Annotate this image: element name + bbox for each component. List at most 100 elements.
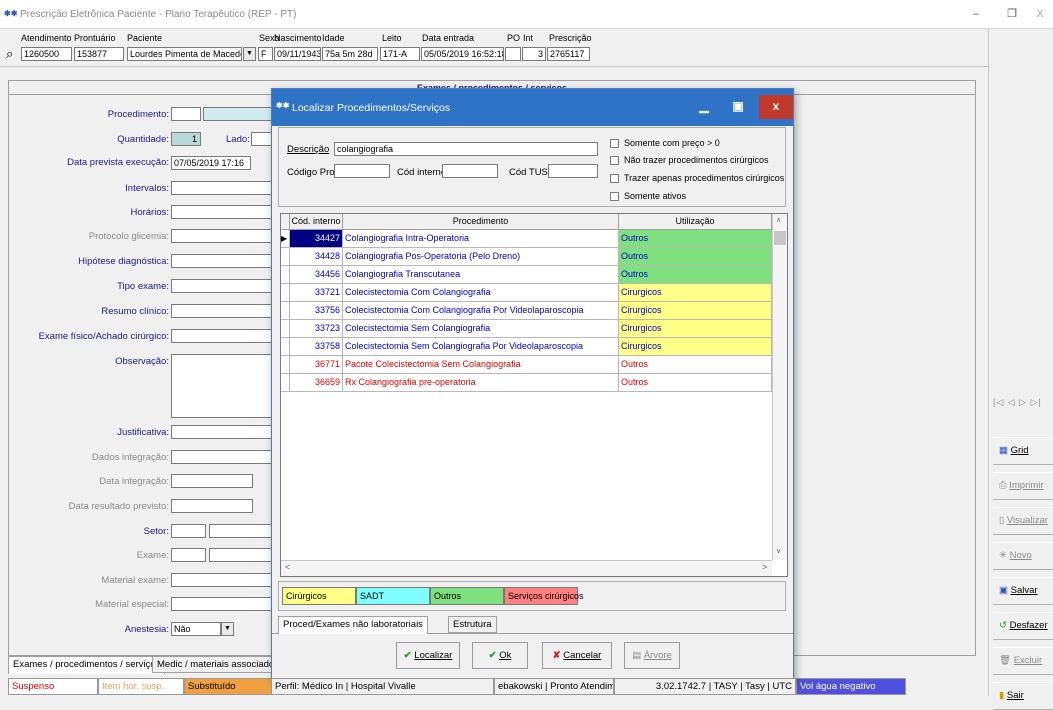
table-row[interactable]: 34456 Colangiografia Transcutanea Outros	[281, 266, 772, 284]
anestesia-dropdown-icon[interactable]: ▼	[221, 622, 234, 636]
cell-utilizacao: Cirurgicos	[619, 338, 772, 355]
arvore-button[interactable]: ▤ Árvore	[624, 642, 680, 669]
tab-exames[interactable]: Exames / procedimentos / serviços	[8, 656, 166, 674]
scroll-right-icon[interactable]: >	[762, 562, 767, 572]
grid-hscrollbar[interactable]: < >	[281, 560, 772, 576]
hipotese-field[interactable]	[171, 254, 273, 268]
descricao-input[interactable]: colangiografia	[334, 142, 598, 156]
close-button[interactable]: X	[1024, 0, 1053, 29]
cancelar-button[interactable]: ✘ Cancelar	[542, 642, 612, 669]
data-integracao-field[interactable]	[171, 474, 253, 488]
setor-desc-field[interactable]	[209, 524, 273, 538]
col-procedimento[interactable]: Procedimento	[343, 214, 619, 230]
results-grid[interactable]: Cód. interno Procedimento Utilização ▶ 34…	[280, 213, 788, 577]
dialog-close-button[interactable]: x	[759, 95, 793, 119]
setor-code-field[interactable]	[171, 524, 206, 538]
codigo-proc-input[interactable]	[334, 164, 390, 178]
localizar-button[interactable]: ✔ Localizar	[396, 642, 460, 669]
excluir-button[interactable]: 🗑 Excluir	[993, 647, 1053, 675]
dialog-maximize-button[interactable]: ▣	[724, 95, 752, 119]
leito-field[interactable]: 171-A	[380, 47, 420, 61]
exame-code-field[interactable]	[171, 548, 206, 562]
cod-interno-input[interactable]	[442, 164, 498, 178]
hipotese-label: Hipótese diagnóstica:	[78, 256, 169, 267]
lado-field[interactable]	[251, 132, 273, 146]
int-field[interactable]: 3	[522, 47, 546, 61]
scroll-up-icon[interactable]: ∧	[776, 216, 781, 224]
quantidade-field[interactable]: 1	[171, 132, 201, 146]
scroll-down-icon[interactable]: ∨	[776, 547, 781, 555]
horarios-field[interactable]	[171, 205, 273, 219]
table-row[interactable]: ▶ 34427 Colangiografia Intra-Operatoria Out…	[281, 230, 772, 248]
minimize-button[interactable]: –	[960, 0, 992, 29]
table-row[interactable]: 36771 Pacote Colecistectomia Sem Colangio…	[281, 356, 772, 374]
exame-desc-field[interactable]	[209, 548, 273, 562]
paciente-dropdown-icon[interactable]: ▼	[243, 47, 256, 61]
grid-button[interactable]: ▦ Grid	[993, 437, 1053, 465]
data-prevista-field[interactable]: 07/05/2019 17:16	[171, 156, 251, 170]
table-row[interactable]: 33721 Colecistectomia Com Colangiografia C…	[281, 284, 772, 302]
desfazer-button[interactable]: ↺ Desfazer	[993, 612, 1053, 640]
novo-button[interactable]: ✳ Novo	[993, 542, 1053, 570]
exame-fisico-field[interactable]	[171, 329, 273, 343]
intervalos-field[interactable]	[171, 181, 273, 195]
procedimento-desc-field[interactable]	[203, 107, 273, 121]
nascimento-field[interactable]: 09/11/1943	[274, 47, 321, 61]
cell-procedimento: Colecistectomia Sem Colangiografia	[343, 320, 619, 337]
idade-field[interactable]: 75a 5m 28d	[322, 47, 378, 61]
check-ativos[interactable]	[610, 192, 619, 201]
imprimir-button[interactable]: ⎙ Imprimir	[993, 472, 1053, 500]
check-preco[interactable]	[610, 139, 619, 148]
table-row[interactable]: 36659 Rx Colangiografia pre-operatoria Out…	[281, 374, 772, 392]
table-row[interactable]: 34428 Colangiografia Pos-Operatoria (Pelo…	[281, 248, 772, 266]
entrada-field[interactable]: 05/05/2019 16:52:18	[421, 47, 504, 61]
check-apenas-cirurgicos[interactable]	[610, 174, 619, 183]
scroll-thumb[interactable]	[774, 231, 786, 245]
scroll-left-icon[interactable]: <	[285, 562, 290, 572]
col-cod-interno[interactable]: Cód. interno	[290, 214, 343, 230]
tab-medic-materiais[interactable]: Medic / materiais associados	[152, 656, 284, 673]
sair-button[interactable]: ▮ Sair	[993, 682, 1053, 710]
tab-proced-exames[interactable]: Proced/Exames não laboratoriais	[278, 616, 428, 634]
prontuario-field[interactable]: 153877	[74, 47, 124, 61]
cell-cod-interno: 33756	[290, 302, 343, 319]
observacao-field[interactable]	[171, 354, 273, 418]
table-row[interactable]: 33758 Colecistectomia Sem Colangiografia …	[281, 338, 772, 356]
data-resultado-field[interactable]	[171, 499, 253, 513]
material-especial-field[interactable]	[171, 597, 273, 611]
justificativa-field[interactable]	[171, 425, 273, 439]
dados-integracao-field[interactable]	[171, 450, 273, 464]
atendimento-field[interactable]: 1260500	[21, 47, 72, 61]
po-field[interactable]	[505, 47, 521, 61]
cod-tuss-input[interactable]	[548, 164, 598, 178]
tab-estrutura[interactable]: Estrutura	[448, 616, 497, 633]
po-label: PO	[507, 33, 521, 43]
ok-button[interactable]: ✔ Ok	[472, 642, 528, 669]
anestesia-label: Anestesia:	[124, 624, 169, 635]
sexo-field[interactable]: F	[258, 47, 273, 61]
idade-label: Idade	[322, 33, 345, 43]
paciente-field[interactable]: Lourdes Pimenta de Macedo	[127, 47, 242, 61]
search-icon[interactable]: ⌕	[6, 46, 13, 62]
procedimento-code-field[interactable]	[171, 107, 201, 121]
visualizar-button[interactable]: ▯ Visualizar	[993, 507, 1053, 535]
tipo-exame-field[interactable]	[171, 279, 273, 293]
resumo-field[interactable]	[171, 304, 273, 318]
grid-vscrollbar[interactable]: ∧ ∨	[772, 214, 787, 560]
protocolo-field[interactable]	[171, 229, 273, 243]
anestesia-select[interactable]: Não	[171, 622, 221, 636]
col-utilizacao[interactable]: Utilização	[619, 214, 772, 230]
material-exame-field[interactable]	[171, 573, 273, 587]
window-title: Prescrição Eletrônica Paciente - Plano T…	[20, 9, 297, 20]
table-row[interactable]: 33723 Colecistectomia Sem Colangiografia C…	[281, 320, 772, 338]
prescricao-field[interactable]: 2765117	[547, 47, 590, 61]
salvar-button[interactable]: ▣ Salvar	[993, 577, 1053, 605]
dialog-minimize-button[interactable]: ▁	[690, 95, 718, 119]
cell-cod-interno: 34456	[290, 266, 343, 283]
record-nav-icon[interactable]: |◁ ◁ ▷ ▷|	[993, 397, 1053, 419]
material-especial-label: Material especial:	[95, 599, 169, 610]
table-row[interactable]: 33756 Colecistectomia Com Colangiografia …	[281, 302, 772, 320]
cell-cod-interno: 33723	[290, 320, 343, 337]
material-exame-label: Material exame:	[101, 575, 169, 586]
check-nao-cirurgicos[interactable]	[610, 156, 619, 165]
